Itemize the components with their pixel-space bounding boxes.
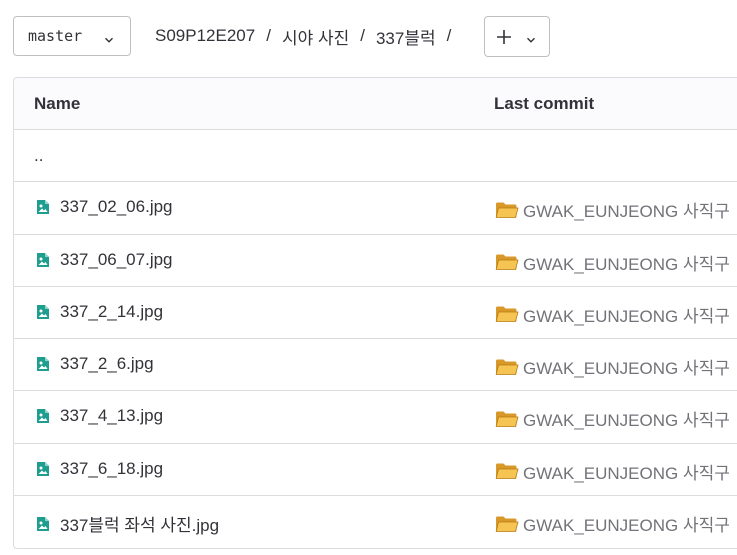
open-folder-icon	[495, 201, 519, 219]
commit-message: GWAK_EUNJEONG 사직구	[523, 306, 730, 326]
open-folder-icon	[495, 515, 519, 533]
column-header-last-commit: Last commit	[494, 94, 595, 113]
commit-message-link[interactable]: GWAK_EUNJEONG 사직구	[495, 354, 730, 379]
breadcrumb-item-subfolder[interactable]: 337블럭	[376, 24, 436, 49]
file-name: 337블럭 좌석 사진.jpg	[60, 516, 220, 536]
column-header-name: Name	[34, 94, 81, 113]
commit-message-link[interactable]: GWAK_EUNJEONG 사직구	[495, 406, 730, 431]
commit-message-link[interactable]: GWAK_EUNJEONG 사직구	[495, 302, 730, 327]
parent-directory-row[interactable]: ..	[14, 130, 737, 183]
repo-toolbar: master S09P12E207 / 시야 사진 / 337블럭 /	[0, 0, 737, 72]
breadcrumb-separator: /	[266, 26, 271, 45]
image-file-icon	[36, 461, 50, 477]
commit-message: GWAK_EUNJEONG 사직구	[523, 516, 730, 536]
image-file-icon	[36, 199, 50, 215]
file-link[interactable]: 337_02_06.jpg	[36, 197, 173, 217]
commit-message: GWAK_EUNJEONG 사직구	[523, 359, 730, 379]
file-name: 337_4_13.jpg	[60, 406, 164, 426]
table-row[interactable]: 337_06_07.jpg GWAK_EUNJEONG 사직구	[14, 235, 737, 287]
file-link[interactable]: 337_06_07.jpg	[36, 250, 173, 270]
chevron-down-icon	[104, 31, 114, 49]
branch-name: master	[28, 27, 83, 45]
table-row[interactable]: 337_4_13.jpg GWAK_EUNJEONG 사직구	[14, 391, 737, 444]
file-name: 337_02_06.jpg	[60, 197, 173, 217]
table-row[interactable]: 337_6_18.jpg GWAK_EUNJEONG 사직구	[14, 444, 737, 497]
branch-selector[interactable]: master	[13, 16, 131, 56]
commit-message-link[interactable]: GWAK_EUNJEONG 사직구	[495, 459, 730, 484]
open-folder-icon	[495, 410, 519, 428]
open-folder-icon	[495, 358, 519, 376]
image-file-icon	[36, 408, 50, 424]
image-file-icon	[36, 304, 50, 320]
breadcrumb-item-folder[interactable]: 시야 사진	[282, 24, 349, 49]
commit-message: GWAK_EUNJEONG 사직구	[523, 202, 730, 222]
table-row[interactable]: 337블럭 좌석 사진.jpg GWAK_EUNJEONG 사직구	[14, 496, 737, 548]
open-folder-icon	[495, 462, 519, 480]
breadcrumb: S09P12E207 / 시야 사진 / 337블럭 /	[155, 24, 462, 48]
commit-message: GWAK_EUNJEONG 사직구	[523, 411, 730, 431]
commit-message-link[interactable]: GWAK_EUNJEONG 사직구	[495, 511, 730, 536]
commit-message-link[interactable]: GWAK_EUNJEONG 사직구	[495, 197, 730, 222]
breadcrumb-separator: /	[360, 26, 365, 45]
image-file-icon	[36, 516, 50, 532]
parent-directory-link[interactable]: ..	[34, 146, 43, 166]
breadcrumb-separator: /	[446, 26, 452, 45]
file-link[interactable]: 337_6_18.jpg	[36, 459, 163, 479]
file-name: 337_2_14.jpg	[60, 301, 164, 321]
file-name: 337_6_18.jpg	[60, 458, 164, 478]
file-link[interactable]: 337_2_14.jpg	[36, 302, 163, 322]
commit-message-link[interactable]: GWAK_EUNJEONG 사직구	[495, 250, 730, 275]
table-row[interactable]: 337_02_06.jpg GWAK_EUNJEONG 사직구	[14, 182, 737, 235]
file-link[interactable]: 337_2_6.jpg	[36, 354, 154, 374]
plus-icon	[496, 29, 512, 50]
file-name: 337_06_07.jpg	[60, 249, 173, 269]
file-link[interactable]: 337블럭 좌석 사진.jpg	[36, 511, 219, 536]
commit-message: GWAK_EUNJEONG 사직구	[523, 463, 730, 483]
table-row[interactable]: 337_2_6.jpg GWAK_EUNJEONG 사직구	[14, 339, 737, 392]
open-folder-icon	[495, 305, 519, 323]
open-folder-icon	[495, 253, 519, 271]
breadcrumb-item-project[interactable]: S09P12E207	[155, 26, 255, 46]
image-file-icon	[36, 252, 50, 268]
add-file-dropdown-button[interactable]	[484, 16, 550, 57]
file-link[interactable]: 337_4_13.jpg	[36, 406, 163, 426]
table-row[interactable]: 337_2_14.jpg GWAK_EUNJEONG 사직구	[14, 287, 737, 340]
chevron-down-icon	[526, 32, 536, 50]
commit-message: GWAK_EUNJEONG 사직구	[523, 254, 730, 274]
table-header: Name Last commit	[14, 78, 737, 130]
file-table: Name Last commit .. 337_02_06.jpg GWAK_EU…	[13, 77, 737, 549]
image-file-icon	[36, 356, 50, 372]
file-name: 337_2_6.jpg	[60, 354, 154, 374]
